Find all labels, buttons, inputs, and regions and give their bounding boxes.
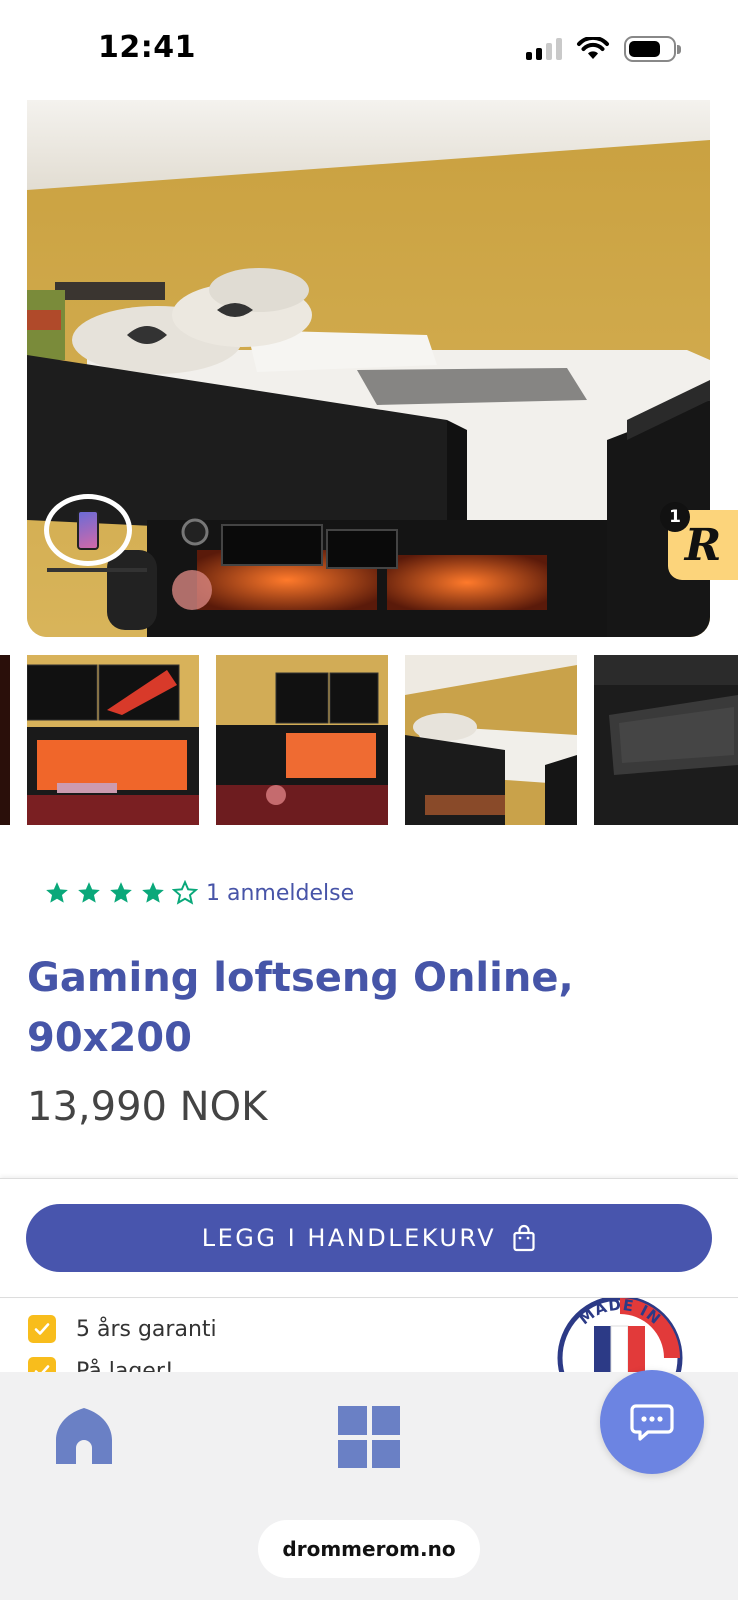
ar-view-icon[interactable] xyxy=(44,494,132,566)
chat-button[interactable] xyxy=(600,1370,704,1474)
star-empty-icon xyxy=(172,880,198,905)
battery-icon xyxy=(624,36,681,62)
thumbnail[interactable] xyxy=(594,655,738,825)
wifi-icon xyxy=(577,37,609,59)
star-filled-icon xyxy=(78,882,100,903)
star-filled-icon xyxy=(46,882,68,903)
status-bar: 12:41 xyxy=(0,0,738,100)
product-title: Gaming loftseng Online, 90x200 xyxy=(27,955,574,1061)
thumbnail-strip xyxy=(0,655,738,825)
add-to-cart-label: LEGG I HANDLEKURV xyxy=(201,1224,497,1252)
product-main-image[interactable] xyxy=(27,100,710,637)
home-icon[interactable] xyxy=(52,1404,116,1468)
thumbnail[interactable] xyxy=(0,655,10,825)
status-time: 12:41 xyxy=(98,30,196,65)
status-icons xyxy=(526,36,681,62)
add-to-cart-bar: LEGG I HANDLEKURV xyxy=(0,1178,738,1298)
star-filled-icon xyxy=(142,882,164,903)
product-price: 13,990 NOK xyxy=(27,1084,268,1130)
reviews-count-badge: 1 xyxy=(660,502,690,532)
signal-icon xyxy=(526,38,562,60)
feature-label: 5 års garanti xyxy=(76,1316,217,1342)
rating-stars xyxy=(44,880,198,906)
url-text: drommerom.no xyxy=(282,1537,456,1561)
browser-url-bar[interactable]: drommerom.no xyxy=(258,1520,480,1578)
feature-item: 5 års garanti xyxy=(28,1308,217,1350)
product-rating[interactable]: 1 anmeldelse xyxy=(44,880,354,906)
chat-icon xyxy=(630,1404,674,1441)
star-filled-icon xyxy=(110,882,132,903)
reviews-logo: R xyxy=(684,519,722,571)
add-to-cart-button[interactable]: LEGG I HANDLEKURV xyxy=(26,1204,712,1272)
thumbnail[interactable] xyxy=(216,655,388,825)
thumbnail[interactable] xyxy=(405,655,577,825)
grid-icon[interactable] xyxy=(338,1406,400,1468)
reviews-count-link[interactable]: 1 anmeldelse xyxy=(206,881,354,906)
shopping-bag-icon xyxy=(513,1224,535,1252)
thumbnail[interactable] xyxy=(27,655,199,825)
checkmark-icon xyxy=(28,1315,56,1343)
